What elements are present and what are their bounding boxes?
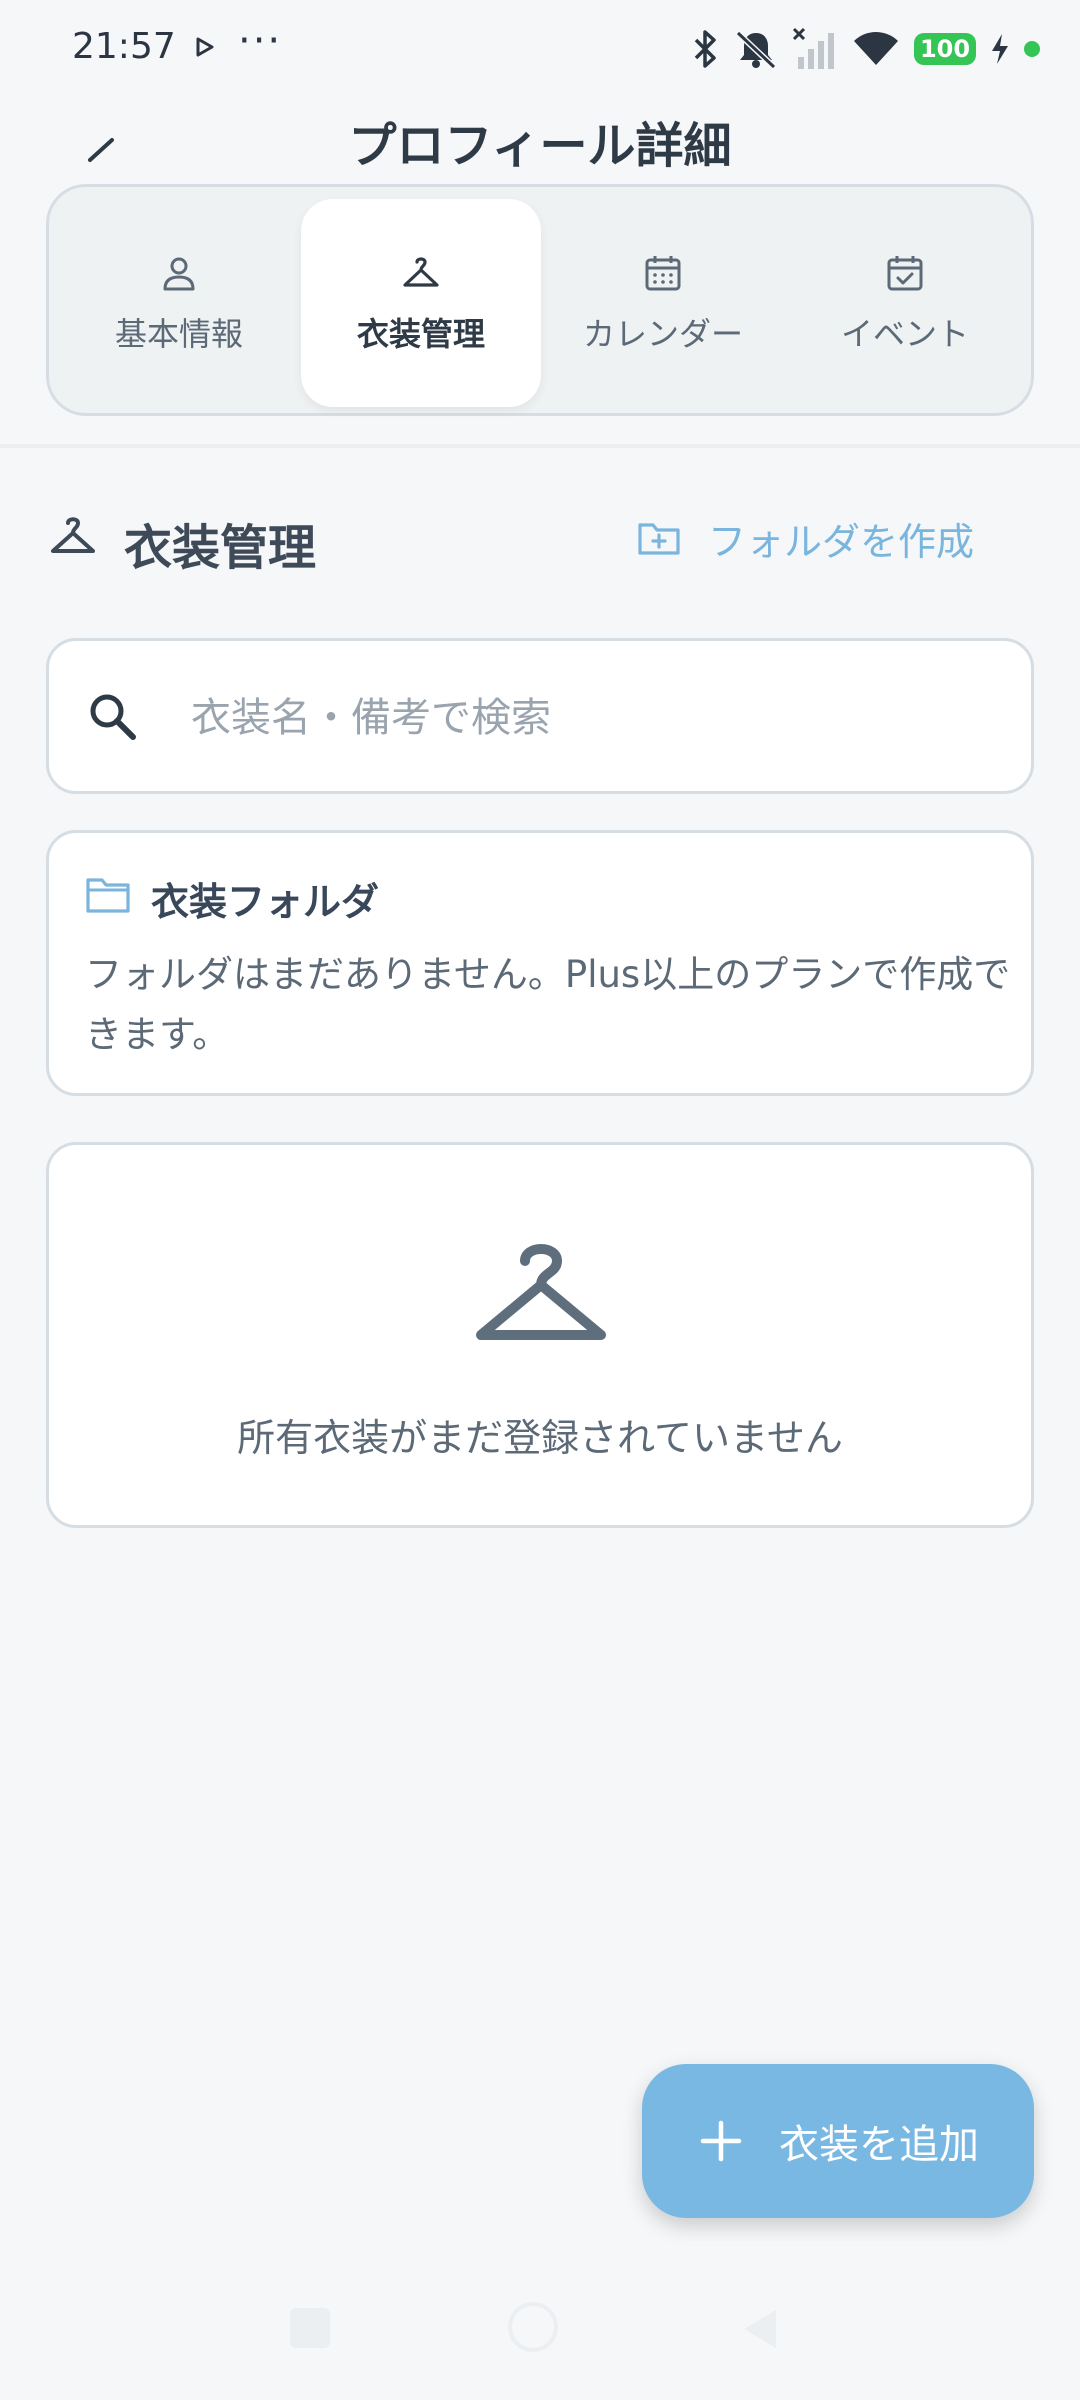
bluetooth-icon (694, 30, 716, 68)
more-dots: ··· (238, 18, 283, 64)
folder-plus-icon (638, 523, 680, 555)
tab-basic-info[interactable]: 基本情報 (59, 199, 299, 407)
tab-label: 基本情報 (114, 315, 243, 353)
calendar-icon (645, 256, 681, 291)
hanger-icon (403, 257, 439, 287)
no-signal-icon (792, 27, 834, 69)
create-folder-button[interactable]: フォルダを作成 (636, 510, 974, 566)
page-title: プロフィール詳細 (348, 118, 732, 174)
search-icon (90, 694, 136, 740)
empty-state-text: 所有衣装がまだ登録されていません (237, 1416, 843, 1460)
back-button[interactable] (738, 2306, 784, 2352)
status-time: 21:57 (72, 26, 176, 67)
folder-card-title: 衣装フォルダ (151, 880, 380, 924)
battery-icon: 100 (914, 33, 976, 65)
empty-state-card: 所有衣装がまだ登録されていません (46, 1142, 1034, 1528)
add-costume-button[interactable]: 衣装を追加 (642, 2064, 1034, 2218)
create-folder-label: フォルダを作成 (708, 519, 975, 564)
dot-indicator (1024, 41, 1040, 57)
recent-apps-button[interactable] (290, 2308, 330, 2348)
bell-off-icon (735, 30, 777, 69)
folder-icon (86, 878, 130, 913)
folder-card-text: フォルダはまだありません。Plus以上のプランで作成できます。 (85, 953, 1011, 1056)
calendar-check-icon (887, 256, 923, 291)
header-divider (0, 444, 1080, 448)
home-button[interactable] (508, 2302, 558, 2352)
tab-bar: 基本情報 衣装管理 カレンダー イベント (46, 184, 1034, 416)
wifi-icon (854, 32, 898, 65)
status-bar: 21:57 ··· 100 (0, 0, 1080, 96)
person-icon (163, 257, 195, 291)
hanger-icon (476, 1244, 606, 1340)
charging-icon (992, 34, 1008, 64)
tab-costume[interactable]: 衣装管理 (301, 199, 541, 407)
tab-label: 衣装管理 (356, 315, 485, 353)
tab-label: イベント (840, 315, 969, 353)
hanger-icon (51, 517, 95, 553)
tab-event[interactable]: イベント (785, 199, 1025, 407)
search-input[interactable] (189, 679, 993, 757)
folder-card: 衣装フォルダ フォルダはまだありません。Plus以上のプランで作成できます。 (46, 830, 1034, 1096)
tab-label: カレンダー (582, 315, 743, 353)
play-icon (196, 37, 214, 57)
status-icons: 100 (690, 24, 1040, 74)
tab-calendar[interactable]: カレンダー (543, 199, 783, 407)
plus-icon (700, 2120, 742, 2162)
search-box[interactable] (46, 638, 1034, 794)
section-title: 衣装管理 (124, 520, 317, 576)
add-costume-label: 衣装を追加 (779, 2122, 979, 2168)
